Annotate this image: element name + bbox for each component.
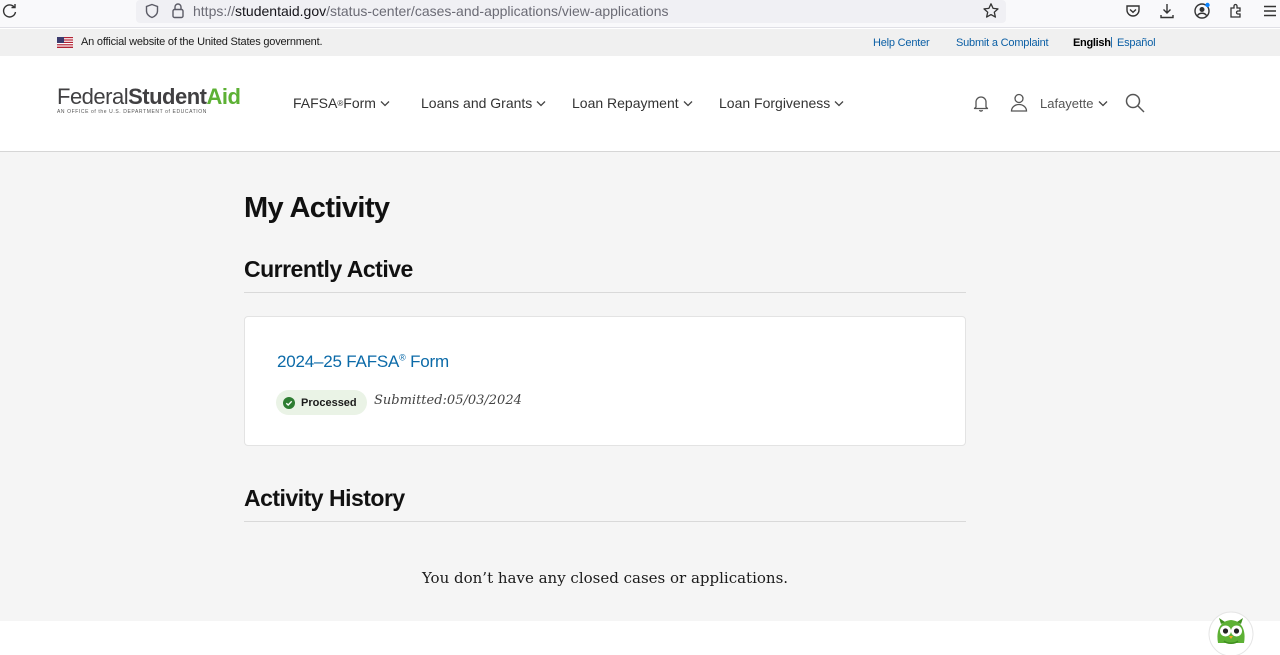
- logo-student: Student: [128, 84, 207, 109]
- address-bar[interactable]: https://studentaid.gov/status-center/cas…: [136, 0, 1006, 23]
- fafsa-application-link[interactable]: 2024–25 FAFSA® Form: [277, 352, 449, 372]
- nav-loan-forgiveness-label: Loan Forgiveness: [719, 95, 831, 111]
- bookmark-star-icon[interactable]: [982, 2, 1000, 20]
- nav-loans-and-grants[interactable]: Loans and Grants: [421, 95, 546, 111]
- divider: [244, 292, 966, 293]
- chevron-down-icon: [834, 100, 844, 106]
- chevron-down-icon: [1098, 101, 1107, 107]
- language-separator: |: [1110, 36, 1113, 48]
- bell-icon[interactable]: [971, 93, 991, 113]
- menu-icon[interactable]: [1261, 2, 1279, 20]
- check-circle-icon: [283, 396, 295, 409]
- nav-fafsa-label: FAFSA: [293, 95, 338, 111]
- application-card: 2024–25 FAFSA® Form Processed Submitted:…: [244, 316, 966, 446]
- submit-complaint-link[interactable]: Submit a Complaint: [956, 37, 1049, 49]
- help-center-link[interactable]: Help Center: [873, 37, 930, 49]
- status-label: Processed: [301, 396, 357, 409]
- gov-banner: An official website of the United States…: [0, 29, 1280, 56]
- site-header: FederalStudentAid AN OFFICE of the U.S. …: [0, 56, 1280, 152]
- nav-fafsa-form[interactable]: FAFSA ® Form: [293, 95, 390, 111]
- user-name-label: Lafayette: [1040, 96, 1094, 111]
- reload-icon[interactable]: [2, 3, 18, 19]
- fsa-logo[interactable]: FederalStudentAid: [57, 84, 241, 110]
- nav-loan-repayment[interactable]: Loan Repayment: [572, 95, 693, 111]
- currently-active-heading: Currently Active: [244, 256, 413, 282]
- chevron-down-icon: [683, 100, 693, 106]
- search-icon[interactable]: [1124, 92, 1146, 114]
- fafsa-link-prefix: 2024–25 FAFSA: [277, 352, 400, 371]
- logo-tagline: AN OFFICE of the U.S. DEPARTMENT of EDUC…: [57, 109, 207, 115]
- language-english[interactable]: English: [1073, 37, 1111, 49]
- extensions-icon[interactable]: [1227, 2, 1245, 20]
- logo-aid: Aid: [206, 84, 241, 109]
- nav-loan-repayment-label: Loan Repayment: [572, 95, 679, 111]
- activity-history-heading: Activity History: [244, 485, 405, 511]
- nav-loans-and-grants-label: Loans and Grants: [421, 95, 533, 111]
- nav-loan-forgiveness[interactable]: Loan Forgiveness: [719, 95, 844, 111]
- fafsa-link-suffix: Form: [405, 352, 449, 371]
- chevron-down-icon: [536, 100, 546, 106]
- chevron-down-icon: [380, 100, 390, 106]
- status-badge: Processed: [276, 390, 367, 415]
- browser-toolbar: https://studentaid.gov/status-center/cas…: [0, 0, 1280, 28]
- chat-assistant-owl-icon[interactable]: [1207, 610, 1255, 655]
- pocket-icon[interactable]: [1124, 2, 1142, 20]
- nav-fafsa-form-label: Form: [343, 95, 376, 111]
- language-espanol-link[interactable]: Español: [1117, 37, 1156, 49]
- lock-icon[interactable]: [170, 2, 186, 19]
- account-icon[interactable]: [1193, 2, 1211, 20]
- page-footer-area: [0, 621, 1280, 655]
- official-website-text: An official website of the United States…: [81, 36, 323, 48]
- shield-icon[interactable]: [144, 3, 160, 19]
- url-text[interactable]: https://studentaid.gov/status-center/cas…: [193, 3, 669, 19]
- user-menu[interactable]: Lafayette: [1040, 96, 1108, 111]
- logo-federal: Federal: [57, 84, 129, 109]
- user-icon[interactable]: [1009, 92, 1029, 112]
- page-title: My Activity: [244, 192, 390, 224]
- submitted-date: Submitted:05/03/2024: [374, 393, 522, 408]
- empty-history-message: You don’t have any closed cases or appli…: [421, 569, 789, 587]
- us-flag-icon: [57, 37, 73, 48]
- divider: [244, 521, 966, 522]
- download-icon[interactable]: [1158, 2, 1176, 20]
- main-content: My Activity Currently Active 2024–25 FAF…: [0, 152, 1280, 621]
